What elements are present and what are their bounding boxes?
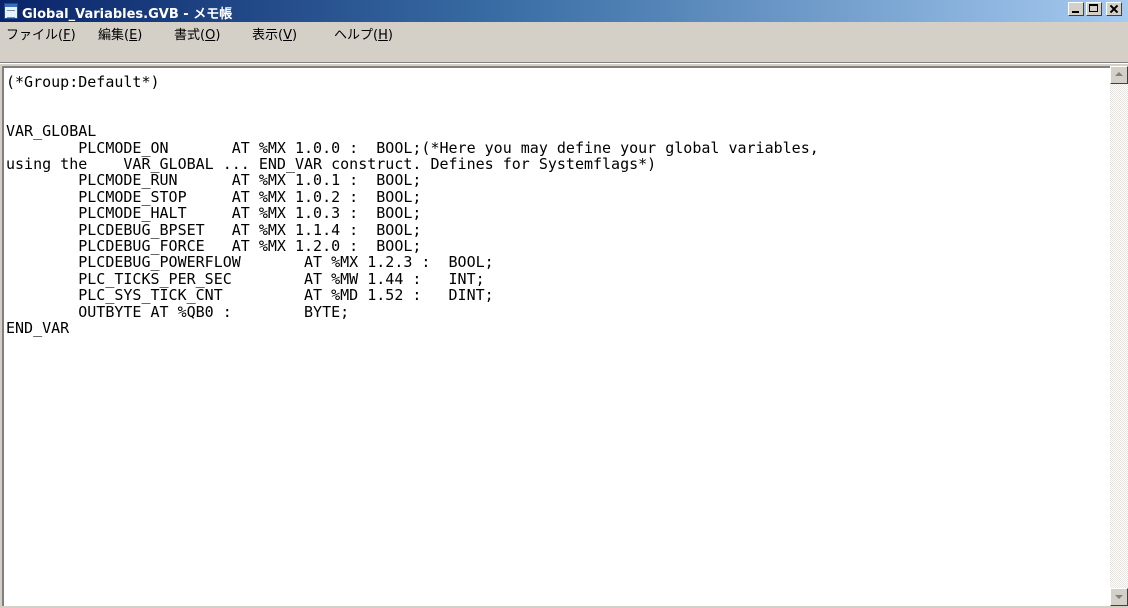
menu-file-accel: F (63, 28, 71, 43)
menu-format-end: ) (215, 28, 221, 43)
menu-edit-label: 編集( (98, 28, 130, 43)
menu-bar: ファイル(F) 編集(E) 書式(O) 表示(V) ヘルプ(H) (0, 22, 1128, 43)
text-line: PLCMODE_ON AT %MX 1.0.0 : BOOL;(*Here yo… (6, 138, 819, 157)
text-line: PLCDEBUG_BPSET AT %MX 1.1.4 : BOOL; (6, 220, 422, 239)
text-line: VAR_GLOBAL (6, 122, 97, 141)
text-line: PLC_SYS_TICK_CNT AT %MD 1.52 : DINT; (6, 286, 494, 305)
vertical-scrollbar[interactable] (1110, 66, 1128, 606)
text-line: PLCMODE_STOP AT %MX 1.0.2 : BOOL; (6, 187, 422, 206)
menu-help-end: ) (387, 28, 393, 43)
menu-view-end: ) (291, 28, 298, 43)
scroll-down-icon[interactable] (1110, 588, 1128, 606)
menu-view[interactable]: 表示(V) (252, 24, 297, 43)
text-line: PLCMODE_RUN AT %MX 1.0.1 : BOOL; (6, 171, 422, 190)
menu-file-label: ファイル( (6, 28, 64, 43)
text-line: (*Group:Default*) (6, 73, 160, 91)
maximize-button[interactable] (1086, 2, 1102, 16)
text-line: PLCDEBUG_POWERFLOW AT %MX 1.2.3 : BOOL; (6, 253, 494, 272)
text-line: PLCMODE_HALT AT %MX 1.0.3 : BOOL; (6, 204, 422, 223)
menu-help-accel: H (378, 28, 388, 43)
menu-file[interactable]: ファイル(F) (6, 24, 76, 43)
title-bar[interactable]: Global_Variables.GVB - メモ帳 (0, 0, 1128, 22)
window-title: Global_Variables.GVB - メモ帳 (22, 7, 233, 22)
menu-separator (0, 62, 1128, 64)
scroll-up-icon[interactable] (1110, 66, 1128, 84)
menu-edit-end: ) (137, 28, 143, 43)
notepad-window: Global_Variables.GVB - メモ帳 ファイル(F) 編集(E)… (0, 0, 1128, 608)
close-button[interactable] (1106, 2, 1122, 16)
text-line: using the VAR_GLOBAL ... END_VAR constru… (6, 155, 657, 174)
document-text[interactable]: (*Group:Default*) VAR_GLOBAL PLCMODE_ON … (6, 74, 819, 337)
minimize-button[interactable] (1068, 2, 1084, 16)
menu-format-accel: O (205, 28, 216, 43)
text-line: OUTBYTE AT %QB0 : BYTE; (6, 302, 350, 321)
menu-help-label: ヘルプ( (334, 28, 379, 43)
notepad-icon[interactable] (4, 3, 18, 19)
menu-format-label: 書式( (174, 28, 206, 43)
menu-view-label: 表示( (252, 28, 284, 43)
text-editor-area[interactable]: (*Group:Default*) VAR_GLOBAL PLCMODE_ON … (2, 66, 1110, 606)
menu-edit[interactable]: 編集(E) (98, 24, 142, 43)
text-line: PLCDEBUG_FORCE AT %MX 1.2.0 : BOOL; (6, 237, 422, 256)
menu-format[interactable]: 書式(O) (174, 24, 220, 43)
menu-file-end: ) (70, 28, 76, 43)
text-line: END_VAR (6, 319, 70, 338)
menu-help[interactable]: ヘルプ(H) (334, 24, 393, 43)
text-line: PLC_TICKS_PER_SEC AT %MW 1.44 : INT; (6, 269, 485, 288)
menu-view-accel: V (283, 28, 292, 43)
